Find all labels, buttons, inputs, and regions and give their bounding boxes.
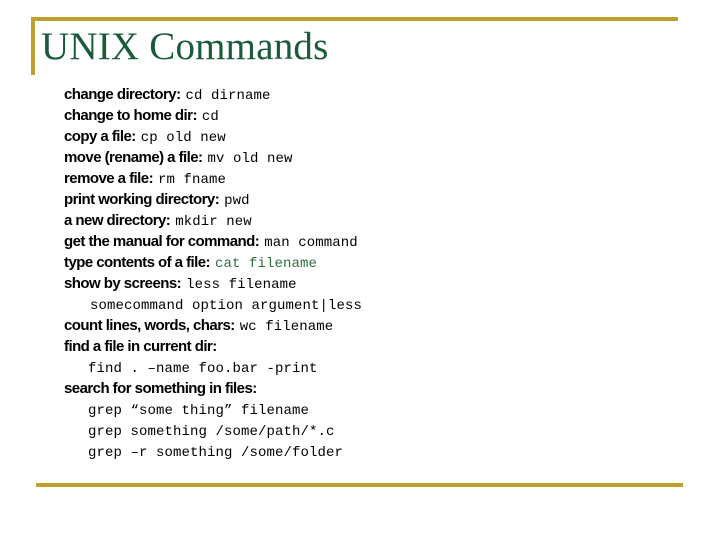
command-description: get the manual for command: bbox=[64, 233, 260, 250]
command-row: grep something /some/path/*.c bbox=[64, 420, 684, 441]
command-description: copy a file: bbox=[64, 128, 136, 145]
command-text: grep –r something /some/folder bbox=[88, 445, 344, 461]
command-row: print working directory: pwd bbox=[64, 189, 684, 210]
command-row: get the manual for command: man command bbox=[64, 231, 684, 252]
command-text: man command bbox=[264, 235, 358, 251]
command-text: find . –name foo.bar -print bbox=[88, 361, 318, 377]
command-row: change to home dir: cd bbox=[64, 105, 684, 126]
command-row: count lines, words, chars: wc filename bbox=[64, 315, 684, 336]
command-text: less filename bbox=[186, 277, 297, 293]
command-description: a new directory: bbox=[64, 212, 171, 229]
command-row: find . –name foo.bar -print bbox=[64, 357, 684, 378]
accent-rule-left bbox=[31, 17, 35, 75]
command-row: change directory: cd dirname bbox=[64, 84, 684, 105]
command-text: cd dirname bbox=[185, 88, 271, 104]
command-description: change directory: bbox=[64, 86, 181, 103]
command-row: grep “some thing” filename bbox=[64, 399, 684, 420]
command-row: find a file in current dir: bbox=[64, 336, 684, 357]
command-text: mkdir new bbox=[175, 214, 252, 230]
command-description: search for something in files: bbox=[64, 380, 257, 397]
command-text: wc filename bbox=[239, 319, 334, 335]
command-description: print working directory: bbox=[64, 191, 220, 208]
command-row: move (rename) a file: mv old new bbox=[64, 147, 684, 168]
command-text: rm fname bbox=[158, 172, 227, 188]
command-description: show by screens: bbox=[64, 275, 182, 292]
slide-canvas: UNIX Commands change directory: cd dirnam… bbox=[0, 0, 720, 540]
command-row: search for something in files: bbox=[64, 378, 684, 399]
command-description: change to home dir: bbox=[64, 107, 197, 124]
page-title: UNIX Commands bbox=[41, 25, 329, 68]
command-text: somecommand option argument|less bbox=[90, 298, 363, 314]
command-text: cd bbox=[201, 109, 219, 125]
command-list: change directory: cd dirname change to hom… bbox=[64, 84, 684, 462]
command-row: somecommand option argument|less bbox=[64, 294, 684, 315]
command-row: grep –r something /some/folder bbox=[64, 441, 684, 462]
command-row: copy a file: cp old new bbox=[64, 126, 684, 147]
accent-rule-top bbox=[31, 17, 678, 21]
command-text: pwd bbox=[224, 193, 250, 209]
command-text: cat filename bbox=[215, 256, 318, 272]
accent-rule-bottom bbox=[36, 483, 683, 487]
command-row: remove a file: rm fname bbox=[64, 168, 684, 189]
command-row: type contents of a file: cat filename bbox=[64, 252, 684, 273]
command-text: grep “some thing” filename bbox=[88, 403, 310, 419]
command-description: remove a file: bbox=[64, 170, 154, 187]
command-text: grep something /some/path/*.c bbox=[88, 424, 335, 440]
command-description: count lines, words, chars: bbox=[64, 317, 235, 334]
command-description: move (rename) a file: bbox=[64, 149, 203, 166]
command-text: mv old new bbox=[207, 151, 293, 167]
command-description: type contents of a file: bbox=[64, 254, 211, 271]
command-row: show by screens: less filename bbox=[64, 273, 684, 294]
command-row: a new directory: mkdir new bbox=[64, 210, 684, 231]
command-description: find a file in current dir: bbox=[64, 338, 217, 355]
command-text: cp old new bbox=[140, 130, 226, 146]
